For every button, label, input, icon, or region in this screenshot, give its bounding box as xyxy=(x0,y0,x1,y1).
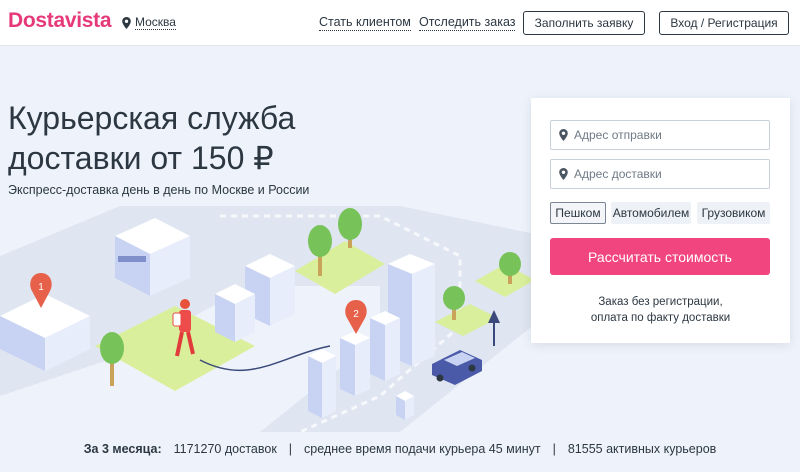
location-pin-icon xyxy=(122,16,131,29)
building-wall xyxy=(340,338,355,396)
title-line-1: Курьерская служба xyxy=(8,100,296,136)
stats-label: За 3 месяца: xyxy=(83,442,162,456)
marker-1-label: 1 xyxy=(38,282,44,293)
stats-avg-time: среднее время подачи курьера 45 минут xyxy=(304,442,541,456)
nav-track-order[interactable]: Отследить заказ xyxy=(419,15,516,31)
stats-separator: | xyxy=(288,442,293,456)
pickup-address-field[interactable] xyxy=(550,120,770,150)
location-pin-icon xyxy=(559,168,568,180)
building-wall xyxy=(308,356,322,418)
page-title: Курьерская служба доставки от 150 ₽ xyxy=(8,98,348,178)
nav-become-client[interactable]: Стать клиентом xyxy=(319,15,411,31)
site-header: Dostavista Москва Стать клиентом Отследи… xyxy=(0,0,800,46)
delivery-address-input[interactable] xyxy=(574,167,764,181)
booth xyxy=(396,391,414,420)
login-register-button[interactable]: Вход / Регистрация xyxy=(659,11,789,35)
map-marker-2: 2 xyxy=(345,300,367,334)
building-wall xyxy=(322,356,336,418)
stats-bar: За 3 месяца: 1171270 доставок | среднее … xyxy=(0,440,800,458)
mode-car-button[interactable]: Автомобилем xyxy=(611,202,691,224)
hero-subtitle: Экспресс-доставка день в день по Москве … xyxy=(8,183,310,197)
stats-separator: | xyxy=(552,442,556,456)
order-note: Заказ без регистрации, оплата по факту д… xyxy=(531,294,790,326)
order-form-panel: Пешком Автомобилем Грузовиком Рассчитать… xyxy=(531,98,790,343)
marker-2-label: 2 xyxy=(353,309,359,320)
stats-deliveries: 1171270 доставок xyxy=(173,442,277,456)
mode-truck-button[interactable]: Грузовиком xyxy=(697,202,770,224)
note-line-2: оплата по факту доставки xyxy=(590,312,731,324)
building-wall xyxy=(370,318,385,381)
building-wall xyxy=(412,264,435,366)
city-label: Москва xyxy=(135,15,176,30)
calculate-price-button[interactable]: Рассчитать стоимость xyxy=(550,238,770,275)
title-line-2: доставки от 150 ₽ xyxy=(8,140,274,176)
city-selector[interactable]: Москва xyxy=(122,15,176,30)
mode-walking-button[interactable]: Пешком xyxy=(550,202,606,224)
delivery-address-field[interactable] xyxy=(550,159,770,189)
city-illustration: 1 2 xyxy=(0,206,545,432)
stats-couriers: 81555 активных курьеров xyxy=(567,442,717,456)
tree xyxy=(100,332,124,386)
note-line-1: Заказ без регистрации, xyxy=(598,296,723,308)
building-window xyxy=(118,256,146,262)
location-pin-icon xyxy=(559,129,568,141)
logo[interactable]: Dostavista xyxy=(8,9,112,33)
pickup-address-input[interactable] xyxy=(574,128,764,142)
building-wall xyxy=(355,338,370,396)
building-wall xyxy=(385,318,400,381)
fill-request-button[interactable]: Заполнить заявку xyxy=(523,11,645,35)
